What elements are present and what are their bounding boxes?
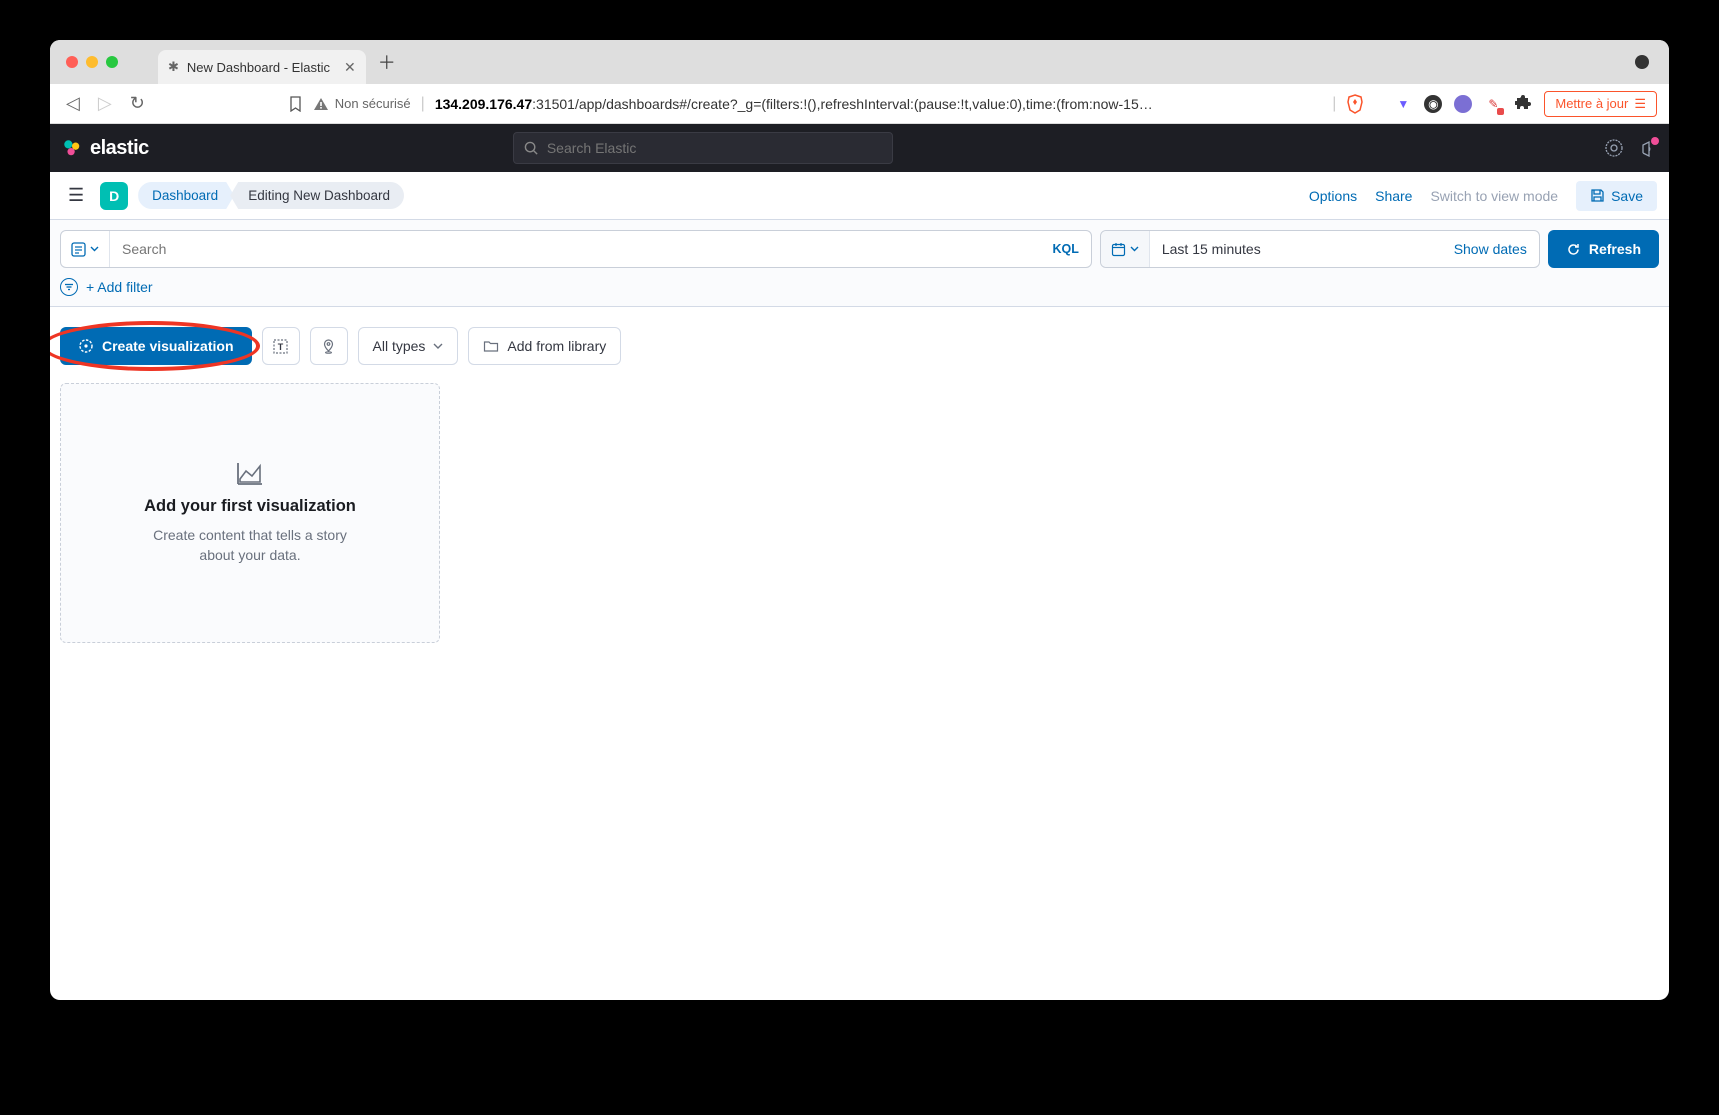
folder-icon <box>483 339 499 353</box>
header-search[interactable] <box>513 132 893 164</box>
calendar-icon <box>1111 242 1126 257</box>
bookmark-icon[interactable] <box>289 96 303 112</box>
kibana-header: elastic <box>50 124 1669 172</box>
extension-icon-1[interactable]: ▼ <box>1394 95 1412 113</box>
space-selector[interactable]: D <box>100 182 128 210</box>
header-search-input[interactable] <box>547 140 882 156</box>
extensions-puzzle-icon[interactable] <box>1514 95 1532 113</box>
filter-options-icon[interactable] <box>60 278 78 296</box>
query-filter-menu[interactable] <box>61 231 110 267</box>
create-visualization-button[interactable]: Create visualization <box>60 327 252 365</box>
lens-icon <box>78 338 94 354</box>
date-range-text[interactable]: Last 15 minutes <box>1150 241 1442 257</box>
close-window-button[interactable] <box>66 56 78 68</box>
search-icon <box>524 141 539 156</box>
add-from-library-button[interactable]: Add from library <box>468 327 621 365</box>
elastic-brand-text: elastic <box>90 137 149 160</box>
refresh-icon <box>1566 242 1581 257</box>
query-bar-area: KQL Last 15 minutes Show dates Refresh +… <box>50 220 1669 307</box>
tab-title: New Dashboard - Elastic <box>187 60 330 75</box>
tab-close-button[interactable]: ✕ <box>344 59 356 76</box>
filter-row: + Add filter <box>60 278 1659 296</box>
chevron-down-icon <box>433 343 443 349</box>
extension-icons: ▼ ◉ ✎ Mettre à jour ☰ <box>1394 91 1657 117</box>
maximize-window-button[interactable] <box>106 56 118 68</box>
placeholder-title: Add your first visualization <box>144 497 356 516</box>
security-warning[interactable]: Non sécurisé <box>313 96 411 111</box>
svg-text:T: T <box>278 342 284 352</box>
index-pattern-icon <box>71 242 86 257</box>
dashboard-toolbar: Create visualization T All types Add fro… <box>50 307 1669 377</box>
show-dates-link[interactable]: Show dates <box>1442 241 1539 257</box>
refresh-button[interactable]: Refresh <box>1548 230 1659 268</box>
help-icon[interactable] <box>1605 139 1623 157</box>
extension-icon-2[interactable]: ◉ <box>1424 95 1442 113</box>
add-image-button[interactable] <box>310 327 348 365</box>
traffic-lights <box>66 56 118 68</box>
chart-placeholder-icon <box>235 461 265 487</box>
newsfeed-icon[interactable] <box>1639 139 1657 157</box>
date-quick-menu[interactable] <box>1101 231 1150 267</box>
browser-tab[interactable]: ✱ New Dashboard - Elastic ✕ <box>158 50 366 84</box>
elastic-logo[interactable]: elastic <box>62 137 149 160</box>
nav-back-button[interactable]: ◁ <box>62 89 84 118</box>
extension-icon-3[interactable] <box>1454 95 1472 113</box>
breadcrumb-dashboard-link[interactable]: Dashboard <box>138 182 234 209</box>
breadcrumb-current: Editing New Dashboard <box>230 182 404 209</box>
nav-forward-button[interactable]: ▷ <box>94 89 116 118</box>
browser-url-bar: ◁ ▷ ↻ Non sécurisé | 134.209.176.47:3150… <box>50 84 1669 124</box>
elastic-logo-icon <box>62 138 82 158</box>
warning-icon <box>313 97 329 111</box>
browser-update-button[interactable]: Mettre à jour ☰ <box>1544 91 1657 117</box>
new-tab-button[interactable]: ＋ <box>378 49 396 75</box>
date-picker: Last 15 minutes Show dates <box>1100 230 1540 268</box>
all-types-dropdown[interactable]: All types <box>358 327 459 365</box>
browser-window: ✱ New Dashboard - Elastic ✕ ＋ ◁ ▷ ↻ Non … <box>50 40 1669 1000</box>
map-pin-icon <box>320 338 337 355</box>
save-icon <box>1590 188 1605 203</box>
placeholder-text: Create content that tells a story about … <box>140 526 360 565</box>
notification-dot <box>1651 137 1659 145</box>
chevron-down-icon <box>90 246 99 252</box>
url-text[interactable]: 134.209.176.47:31501/app/dashboards#/cre… <box>435 96 1322 112</box>
chevron-down-icon <box>1130 246 1139 252</box>
query-input[interactable] <box>110 241 1040 257</box>
save-button[interactable]: Save <box>1576 181 1657 211</box>
add-filter-button[interactable]: + Add filter <box>86 279 153 295</box>
options-link[interactable]: Options <box>1309 188 1357 204</box>
breadcrumb: Dashboard Editing New Dashboard <box>138 182 402 209</box>
browser-title-bar: ✱ New Dashboard - Elastic ✕ ＋ <box>50 40 1669 84</box>
share-link[interactable]: Share <box>1375 188 1412 204</box>
security-label: Non sécurisé <box>335 96 411 111</box>
breadcrumb-bar: ☰ D Dashboard Editing New Dashboard Opti… <box>50 172 1669 220</box>
extension-icon-4[interactable]: ✎ <box>1484 95 1502 113</box>
empty-placeholder-panel[interactable]: Add your first visualization Create cont… <box>60 383 440 643</box>
minimize-window-button[interactable] <box>86 56 98 68</box>
menu-icon: ☰ <box>1634 96 1646 112</box>
nav-hamburger-button[interactable]: ☰ <box>62 179 90 212</box>
top-actions: Options Share Switch to view mode Save <box>1309 181 1657 211</box>
tab-favicon-icon: ✱ <box>168 59 179 75</box>
query-box: KQL <box>60 230 1092 268</box>
dashboard-panel-area: Add your first visualization Create cont… <box>50 377 1669 649</box>
kql-language-toggle[interactable]: KQL <box>1040 242 1090 256</box>
add-text-button[interactable]: T <box>262 327 300 365</box>
brave-shield-icon[interactable] <box>1346 94 1364 114</box>
nav-reload-button[interactable]: ↻ <box>126 89 149 118</box>
text-box-icon: T <box>272 338 289 355</box>
profile-menu-icon[interactable] <box>1635 55 1649 69</box>
switch-view-mode-link: Switch to view mode <box>1430 188 1558 204</box>
